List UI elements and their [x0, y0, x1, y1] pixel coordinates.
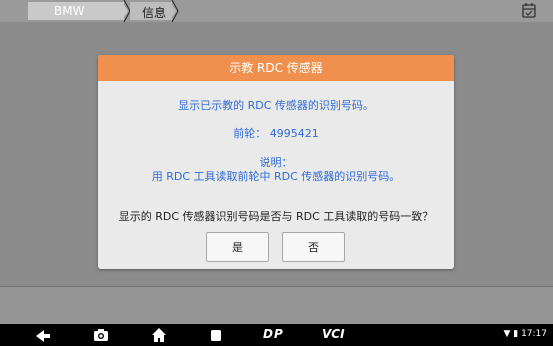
breadcrumb-label: BMW — [54, 4, 85, 18]
system-nav-bar: DP VCI ▼ ▮ 17:17 — [0, 324, 553, 346]
dialog-header: 示教 RDC 传感器 — [98, 55, 454, 81]
breadcrumb-label: 信息 — [142, 6, 167, 20]
battery-icon: ▮ — [513, 329, 519, 339]
explain-text: 用 RDC 工具读取前轮中 RDC 传感器的识别号码。 — [151, 170, 401, 183]
vci-button[interactable]: VCI — [322, 327, 345, 343]
dp-button[interactable]: DP — [263, 327, 284, 343]
rdc-sensor-dialog: 示教 RDC 传感器 显示已示教的 RDC 传感器的识别号码。 前轮： 4995… — [98, 55, 454, 269]
top-bar: BMW 信息 — [0, 0, 553, 22]
breadcrumb-item-bmw[interactable]: BMW — [28, 2, 124, 20]
breadcrumb-item-info[interactable]: 信息 — [130, 2, 172, 20]
dialog-message-line: 显示已示教的 RDC 传感器的识别号码。 — [178, 99, 374, 112]
confirm-question: 显示的 RDC 传感器识别号码是否与 RDC 工具读取的号码一致？ — [118, 210, 434, 223]
wifi-icon: ▼ — [503, 329, 511, 339]
bottom-panel — [0, 286, 553, 324]
camera-icon[interactable] — [93, 327, 109, 343]
front-wheel-id: 前轮： 4995421 — [233, 127, 319, 140]
clock: 17:17 — [521, 329, 547, 339]
yes-button[interactable]: 是 — [206, 232, 269, 262]
recent-apps-icon[interactable] — [209, 327, 223, 343]
breadcrumb-separator-icon — [170, 0, 179, 22]
calendar-icon[interactable] — [520, 1, 538, 21]
dialog-title: 示教 RDC 传感器 — [229, 61, 323, 75]
home-icon[interactable] — [151, 327, 167, 343]
status-area: ▼ ▮ 17:17 — [503, 329, 547, 339]
no-button[interactable]: 否 — [282, 232, 345, 262]
back-icon[interactable] — [34, 327, 52, 343]
